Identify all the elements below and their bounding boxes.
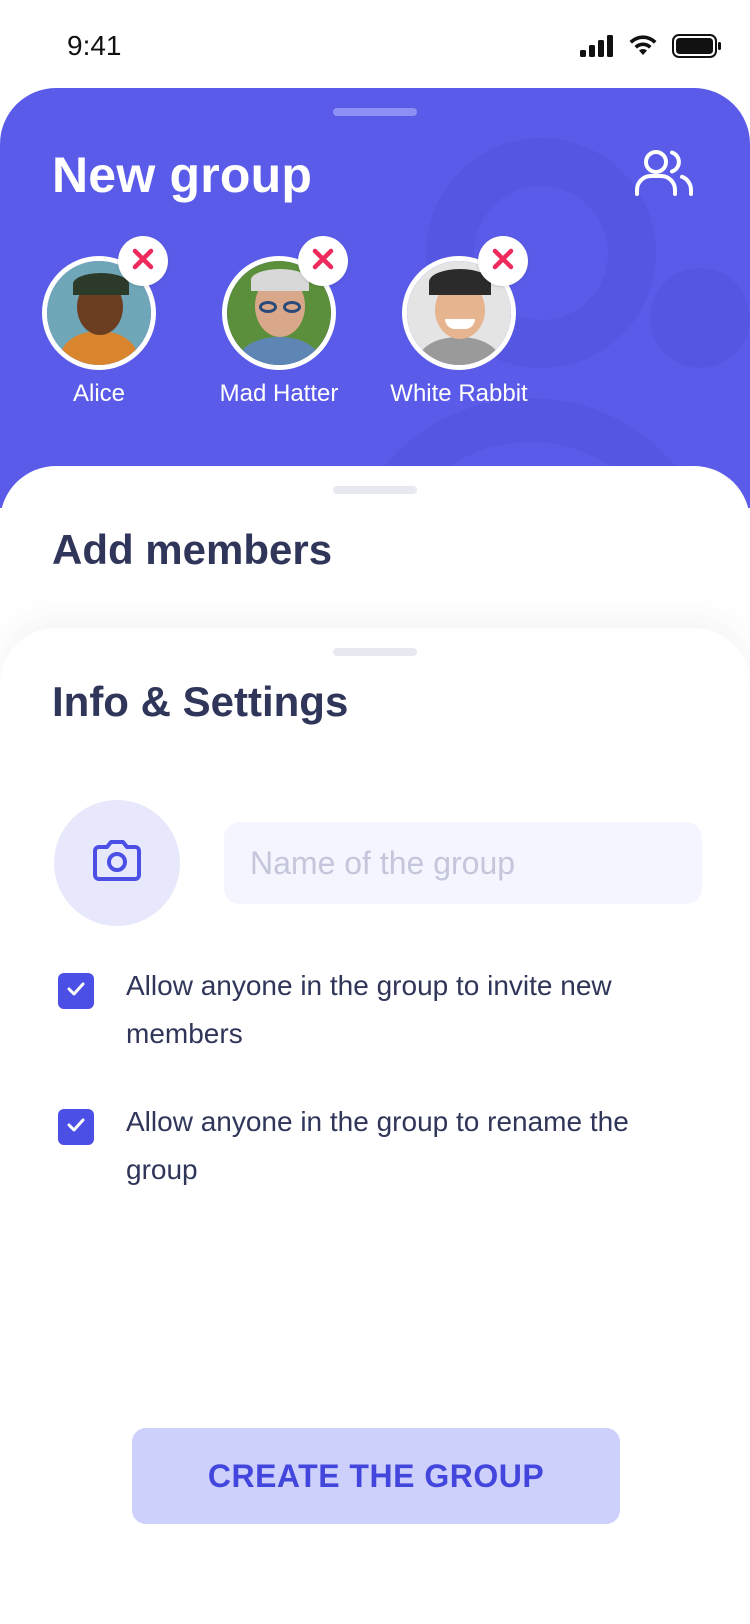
info-settings-sheet: Info & Settings Allow anyone in the grou… bbox=[0, 628, 750, 1624]
invite-permission-option[interactable]: Allow anyone in the group to invite new … bbox=[58, 970, 708, 1058]
sheet-handle[interactable] bbox=[333, 108, 417, 116]
member-chip: Alice bbox=[14, 236, 184, 408]
info-settings-title: Info & Settings bbox=[52, 678, 349, 725]
member-chip: White Rabbit bbox=[374, 236, 544, 408]
selected-members: Alice Mad Hatter White Rabbit bbox=[42, 236, 704, 408]
remove-member-button[interactable] bbox=[478, 236, 528, 286]
status-icons bbox=[580, 34, 722, 63]
add-members-title: Add members bbox=[52, 526, 333, 573]
member-name: White Rabbit bbox=[390, 380, 528, 407]
remove-member-button[interactable] bbox=[118, 236, 168, 286]
sheet-handle[interactable] bbox=[333, 648, 417, 656]
status-bar: 9:41 bbox=[0, 0, 750, 90]
invite-permission-label: Allow anyone in the group to invite new … bbox=[126, 970, 612, 1049]
group-header: New group Alice Mad Hatter White Rabbit bbox=[0, 88, 750, 508]
member-name: Mad Hatter bbox=[219, 380, 339, 407]
close-icon bbox=[492, 248, 514, 275]
status-time: 9:41 bbox=[67, 30, 122, 61]
group-name-input[interactable] bbox=[224, 822, 702, 904]
camera-icon bbox=[91, 839, 143, 888]
group-photo-button[interactable] bbox=[54, 800, 180, 926]
member-chip: Mad Hatter bbox=[194, 236, 364, 408]
close-icon bbox=[132, 248, 154, 275]
create-group-button[interactable]: CREATE THE GROUP bbox=[132, 1428, 620, 1524]
member-name: Alice bbox=[72, 380, 126, 407]
users-button[interactable] bbox=[634, 148, 694, 200]
rename-permission-option[interactable]: Allow anyone in the group to rename the … bbox=[58, 1106, 708, 1194]
invite-permission-checkbox[interactable] bbox=[58, 973, 94, 1009]
close-icon bbox=[312, 248, 334, 275]
battery-icon bbox=[672, 34, 722, 63]
remove-member-button[interactable] bbox=[298, 236, 348, 286]
page-title: New group bbox=[52, 147, 313, 203]
wifi-icon bbox=[628, 35, 658, 62]
checkmark-icon bbox=[67, 1118, 85, 1137]
rename-permission-checkbox[interactable] bbox=[58, 1109, 94, 1145]
sheet-handle[interactable] bbox=[333, 486, 417, 494]
rename-permission-label: Allow anyone in the group to rename the … bbox=[126, 1106, 629, 1185]
users-icon bbox=[634, 150, 694, 204]
checkmark-icon bbox=[67, 982, 85, 1001]
signal-icon bbox=[580, 35, 614, 62]
